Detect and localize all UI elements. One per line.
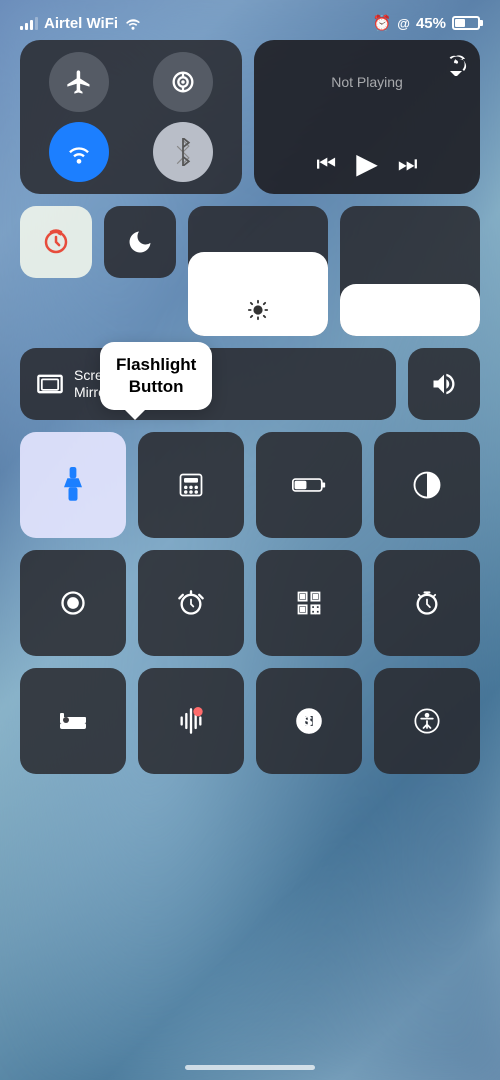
control-center: Not Playing ⏮ ▶ ⏭ [0,40,500,774]
timer-button[interactable] [374,550,480,656]
flashlight-icon [59,467,87,503]
voice-memo-button[interactable] [138,668,244,774]
shazam-icon: S [294,706,324,736]
screen-recorder-button[interactable] [256,432,362,538]
brightness-icon [247,299,269,321]
battery-horizontal-icon [292,476,326,494]
status-bar: Airtel WiFi ⏰ @ 45% [0,0,500,40]
grid-row-3: S [20,668,480,774]
bed-icon [58,709,88,733]
shazam-button[interactable]: S [256,668,362,774]
now-playing-label: Not Playing [268,54,466,90]
record-icon [59,589,87,617]
color-invert-button[interactable] [374,432,480,538]
flashlight-button[interactable] [20,432,126,538]
svg-text:S: S [303,713,313,730]
home-indicator[interactable] [185,1065,315,1070]
media-controls: ⏮ ▶ ⏭ [268,147,466,180]
grid-row-1: Flashlight Button [20,432,480,538]
qr-scanner-button[interactable] [256,550,362,656]
play-button[interactable]: ▶ [356,147,378,180]
wifi-button[interactable] [49,122,109,182]
accessibility-icon [413,707,441,735]
battery-percent: 45% [416,15,446,32]
invert-icon [412,470,442,500]
alarm-clock-icon [177,589,205,617]
wifi-icon [65,140,93,164]
third-row: Screen Mirror [20,348,480,420]
airplay-icon[interactable] [444,52,468,81]
carrier-label: Airtel WiFi [44,15,118,32]
qr-icon [295,589,323,617]
accessibility-button[interactable] [374,668,480,774]
bluetooth-icon [173,138,193,166]
status-right: ⏰ @ 45% [373,14,480,32]
cellular-icon [169,68,197,96]
speaker-icon [430,370,458,398]
fast-forward-button[interactable]: ⏭ [398,151,418,177]
wifi-status-icon [124,16,142,30]
second-row [20,206,480,336]
calculator-icon [177,471,205,499]
camera-button[interactable] [20,550,126,656]
connectivity-widget [20,40,242,194]
screen-rotation-button[interactable] [20,206,92,278]
screen-mirror-icon [36,370,64,398]
timer-icon [413,589,441,617]
volume-slider[interactable] [340,206,480,336]
location-icon: @ [397,16,410,31]
flashlight-tooltip: Flashlight Button [100,342,212,410]
screen-rotation-icon [41,227,71,257]
do-not-disturb-button[interactable] [104,206,176,278]
brightness-slider[interactable] [188,206,328,336]
calculator-button[interactable] [138,432,244,538]
airplane-icon [65,68,93,96]
sleep-button[interactable] [20,668,126,774]
now-playing-widget: Not Playing ⏮ ▶ ⏭ [254,40,480,194]
alarm-icon: ⏰ [373,14,392,32]
volume-icon [399,299,421,321]
bluetooth-button[interactable] [153,122,213,182]
alarm-clock-button[interactable] [138,550,244,656]
rewind-button[interactable]: ⏮ [316,151,336,177]
signal-icon [20,16,38,30]
grid-row-2 [20,550,480,656]
volume-control-button[interactable] [408,348,480,420]
top-row: Not Playing ⏮ ▶ ⏭ [20,40,480,194]
volume-area [340,206,480,336]
battery-icon [452,16,480,30]
status-left: Airtel WiFi [20,15,142,32]
moon-icon [126,228,154,256]
brightness-area [188,206,328,336]
airplane-mode-button[interactable] [49,52,109,112]
cellular-button[interactable] [153,52,213,112]
soundwave-icon [177,707,205,735]
